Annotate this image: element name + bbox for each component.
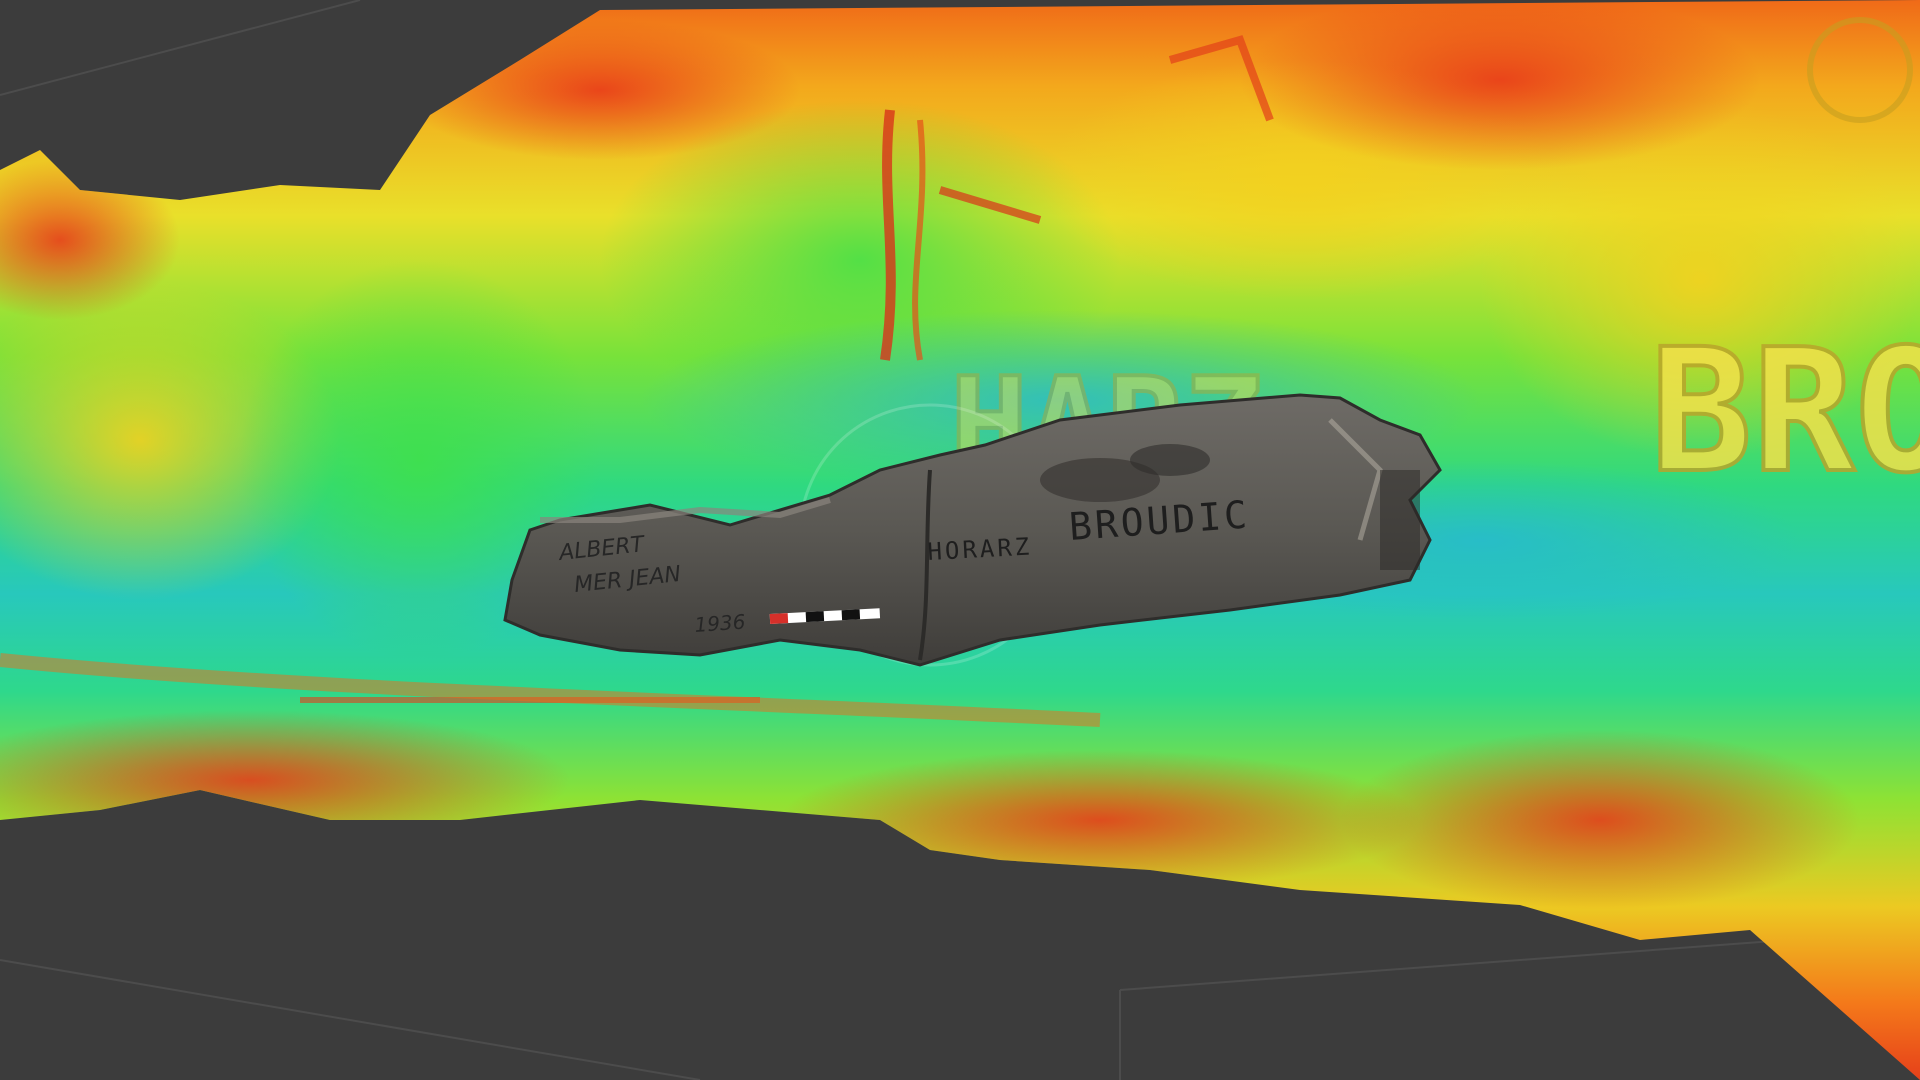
relief-text-word2: BRO xyxy=(1650,313,1920,511)
scene-render[interactable]: HARZ BRO BROUDIC HORARZ ALBERT MER JEAN … xyxy=(0,0,1920,1080)
inscription-year: 1936 xyxy=(694,609,746,636)
inscription-prefix: HORARZ xyxy=(927,533,1033,566)
3d-viewport[interactable]: HARZ BRO BROUDIC HORARZ ALBERT MER JEAN … xyxy=(0,0,1920,1080)
